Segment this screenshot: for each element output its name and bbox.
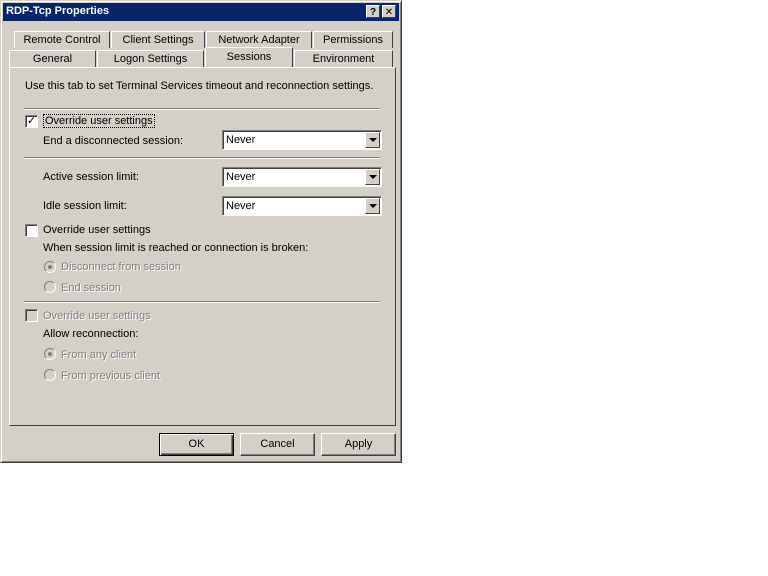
- tab-permissions[interactable]: Permissions: [313, 31, 393, 48]
- cancel-button[interactable]: Cancel: [240, 433, 315, 456]
- close-button[interactable]: ✕: [382, 5, 396, 18]
- allow-reconnection-label: Allow reconnection:: [43, 328, 139, 340]
- override-checkbox-1[interactable]: ✓: [25, 115, 38, 128]
- override-checkbox-3[interactable]: [25, 309, 38, 322]
- override-label-1[interactable]: Override user settings: [43, 114, 155, 128]
- radio-dot: [48, 265, 52, 269]
- radio-previous-client[interactable]: [44, 369, 56, 381]
- tab-network-adapter[interactable]: Network Adapter: [206, 31, 312, 48]
- override-label-2[interactable]: Override user settings: [43, 224, 151, 236]
- radio-disconnect-label[interactable]: Disconnect from session: [61, 261, 181, 273]
- separator: [24, 108, 380, 110]
- active-limit-value: Never: [226, 171, 256, 183]
- radio-disconnect[interactable]: [44, 261, 56, 273]
- radio-any-client[interactable]: [44, 348, 56, 360]
- end-disconnected-label: End a disconnected session:: [43, 135, 184, 147]
- chevron-down-icon[interactable]: [365, 169, 380, 185]
- properties-dialog: RDP-Tcp Properties ? ✕ Remote Control Cl…: [0, 0, 402, 463]
- radio-end-session-label[interactable]: End session: [61, 282, 121, 294]
- description-text: Use this tab to set Terminal Services ti…: [25, 80, 374, 92]
- title-bar[interactable]: RDP-Tcp Properties ? ✕: [3, 3, 399, 21]
- idle-limit-value: Never: [226, 200, 256, 212]
- ok-button[interactable]: OK: [159, 433, 234, 456]
- active-limit-dropdown[interactable]: Never: [222, 167, 382, 187]
- help-button[interactable]: ?: [366, 5, 380, 18]
- end-disconnected-dropdown[interactable]: Never: [222, 130, 382, 150]
- separator: [24, 301, 380, 303]
- tab-general[interactable]: General: [9, 50, 96, 67]
- idle-limit-dropdown[interactable]: Never: [222, 196, 382, 216]
- radio-end-session[interactable]: [44, 281, 56, 293]
- override-checkbox-2[interactable]: [25, 224, 38, 237]
- check-icon: ✓: [26, 115, 37, 127]
- sessions-panel: Use this tab to set Terminal Services ti…: [9, 67, 396, 426]
- tab-client-settings[interactable]: Client Settings: [111, 31, 205, 48]
- idle-limit-label: Idle session limit:: [43, 200, 127, 212]
- chevron-down-icon[interactable]: [365, 132, 380, 148]
- apply-button[interactable]: Apply: [321, 433, 396, 456]
- radio-previous-client-label[interactable]: From previous client: [61, 370, 160, 382]
- radio-dot: [48, 352, 52, 356]
- end-disconnected-value: Never: [226, 134, 256, 146]
- radio-any-client-label[interactable]: From any client: [61, 349, 136, 361]
- active-limit-label: Active session limit:: [43, 171, 139, 183]
- chevron-down-icon[interactable]: [365, 198, 380, 214]
- tab-sessions[interactable]: Sessions: [205, 47, 293, 67]
- override-label-3[interactable]: Override user settings: [43, 310, 151, 322]
- separator: [24, 157, 380, 159]
- session-limit-prompt: When session limit is reached or connect…: [43, 242, 309, 254]
- window-title: RDP-Tcp Properties: [6, 5, 110, 17]
- tab-logon-settings[interactable]: Logon Settings: [97, 50, 204, 67]
- tab-remote-control[interactable]: Remote Control: [14, 31, 110, 48]
- tab-environment[interactable]: Environment: [294, 50, 393, 67]
